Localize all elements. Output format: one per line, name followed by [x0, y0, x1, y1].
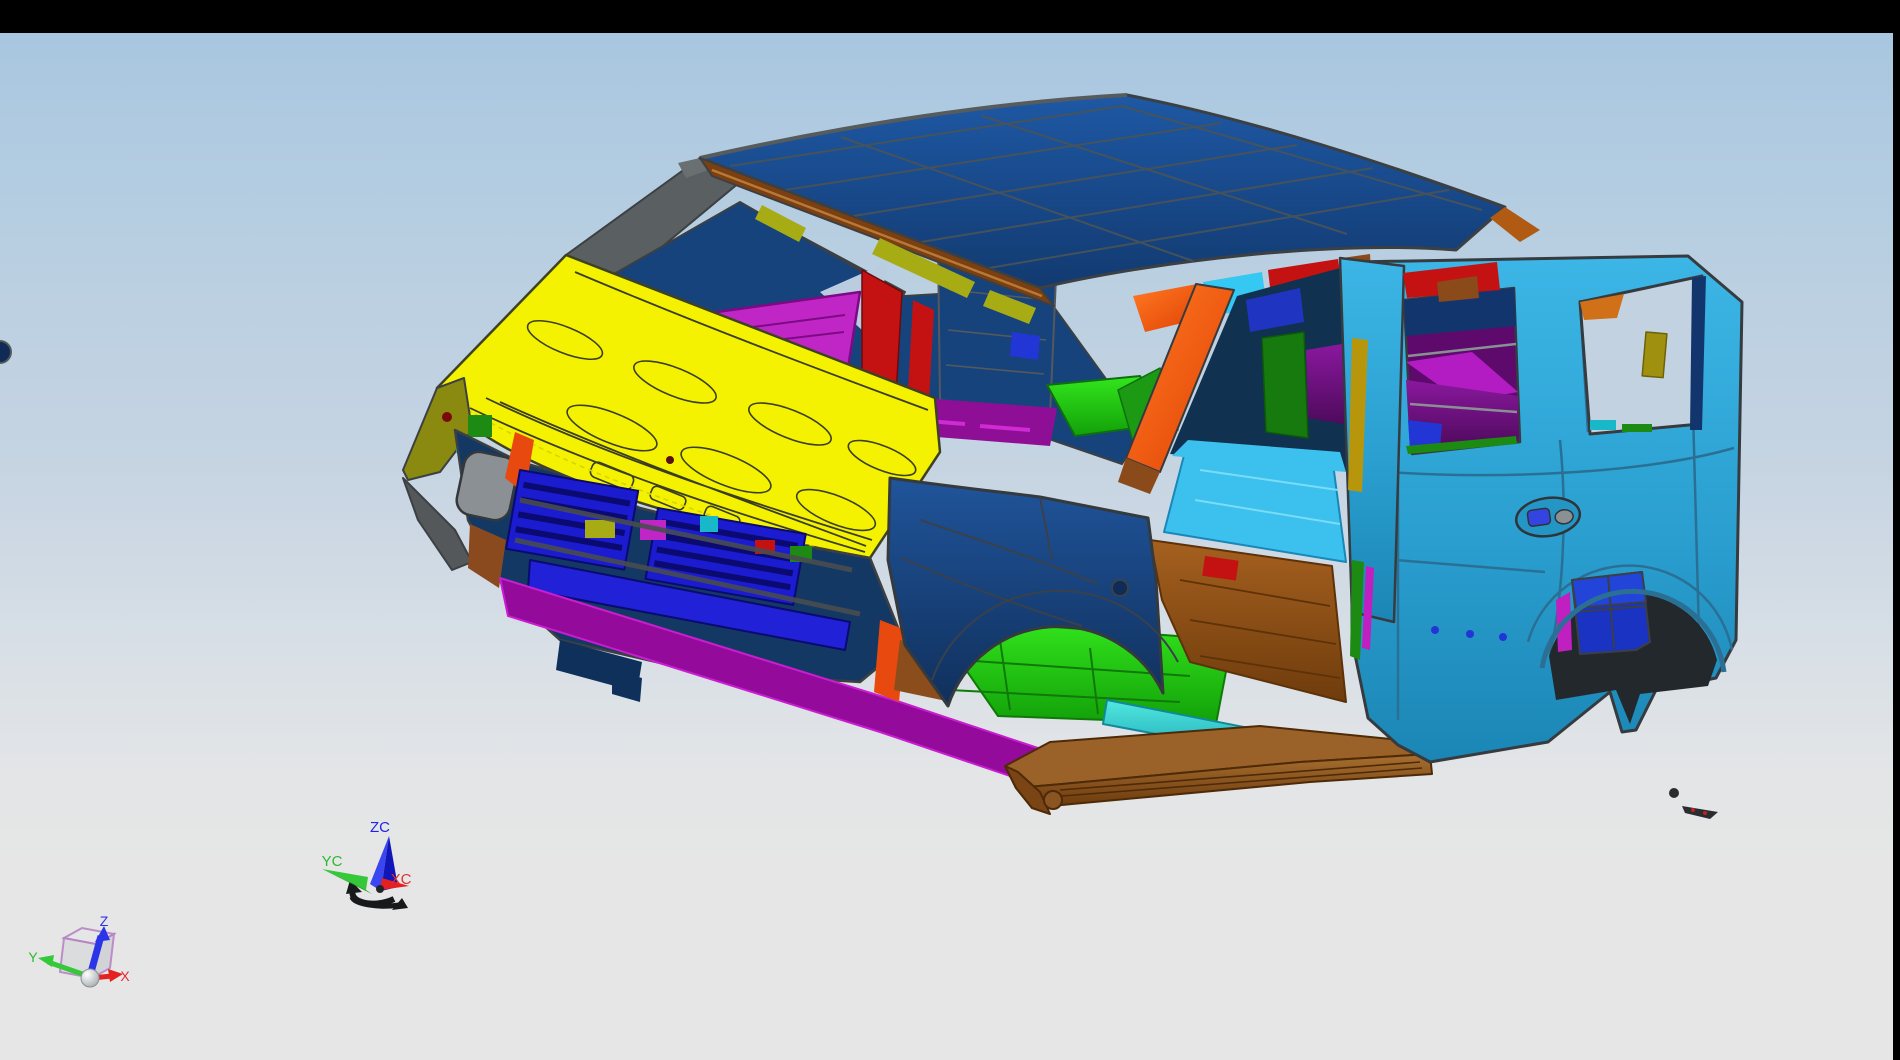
quarter-green-bit[interactable] — [1622, 424, 1652, 432]
car-model — [0, 95, 1742, 819]
view-origin-ball[interactable] — [81, 969, 99, 987]
view-z-label: Z — [100, 913, 109, 929]
debris-red-1 — [1691, 808, 1695, 812]
door-inner-green[interactable] — [1262, 332, 1308, 438]
quarter-plate-olive[interactable] — [1642, 332, 1667, 378]
cowl-tip-green[interactable] — [468, 415, 492, 437]
wcs-y-label: YC — [322, 853, 343, 870]
hood-dot-2 — [666, 456, 674, 464]
debris-red-2 — [1703, 811, 1707, 815]
wcs-x-label: XC — [391, 871, 412, 888]
door-plug-3 — [1499, 633, 1507, 641]
cad-window: ZC YC XC Z Y X — [0, 0, 1900, 1060]
view-y-arrowhead[interactable] — [38, 955, 54, 967]
view-y-label: Y — [28, 949, 38, 965]
ws-royal-bits[interactable] — [1010, 332, 1040, 360]
wcs-triad: ZC YC XC — [322, 819, 412, 910]
door-inner-purple[interactable] — [1306, 344, 1344, 424]
door-plug-2 — [1466, 630, 1474, 638]
fender-hole — [1112, 580, 1128, 596]
view-x-label: X — [120, 968, 130, 984]
door-plug-1 — [1431, 626, 1439, 634]
model-canvas: ZC YC XC Z Y X — [0, 0, 1900, 1060]
view-triad: Z Y X — [28, 913, 130, 987]
clip-olive-bit[interactable] — [585, 520, 615, 538]
running-board-nub — [1044, 791, 1062, 809]
wcs-y-axis[interactable] — [322, 869, 368, 890]
cowl-tip-red-dot — [442, 412, 452, 422]
debris-dot[interactable] — [1669, 788, 1679, 798]
ws-dash-hole — [0, 341, 11, 363]
wcs-z-label: ZC — [370, 819, 390, 836]
wcs-origin[interactable] — [376, 885, 384, 893]
debris-sliver[interactable] — [1682, 806, 1718, 819]
quarter-teal-bit[interactable] — [1590, 420, 1616, 430]
clip-teal-bit[interactable] — [700, 516, 718, 532]
